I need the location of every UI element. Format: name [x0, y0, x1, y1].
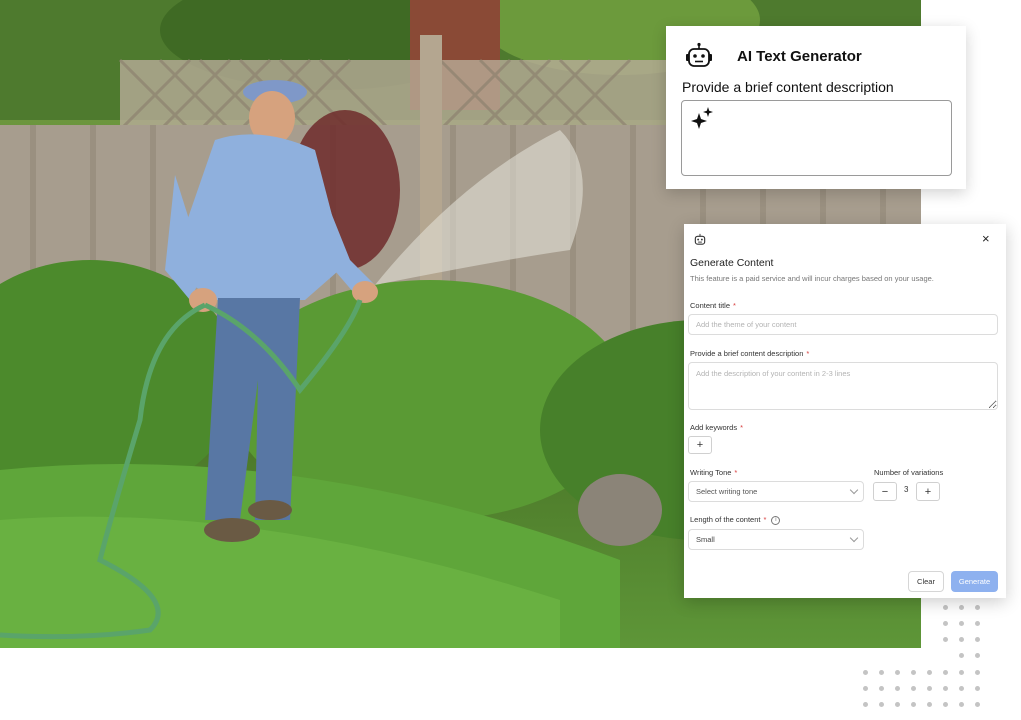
add-keyword-button[interactable]: + [688, 436, 712, 454]
length-value: Small [696, 535, 715, 544]
required-marker: * [734, 468, 738, 477]
variations-label: Number of variations [874, 468, 944, 477]
writing-tone-value: Select writing tone [696, 487, 758, 496]
content-title-label: Content title * [690, 301, 736, 310]
required-marker: * [806, 349, 810, 358]
length-label: Length of the content * i [690, 515, 781, 525]
content-title-input[interactable] [688, 314, 998, 335]
clear-button[interactable]: Clear [908, 571, 944, 592]
required-marker: * [763, 515, 767, 524]
generator-title: AI Text Generator [737, 48, 862, 65]
keywords-label: Add keywords * [690, 423, 743, 432]
writing-tone-label: Writing Tone * [690, 468, 737, 477]
content-title-label-text: Content title [690, 301, 731, 310]
modal-title: Generate Content [690, 257, 774, 269]
chevron-down-icon [849, 533, 859, 543]
sparkle-icon [691, 107, 713, 129]
keywords-label-text: Add keywords [690, 423, 738, 432]
length-label-text: Length of the content [690, 515, 761, 524]
content-description-label-text: Provide a brief content description [690, 349, 804, 358]
variations-count: 3 [904, 485, 909, 494]
required-marker: * [733, 301, 736, 310]
content-description-label: Provide a brief content description * [690, 349, 809, 358]
length-select[interactable]: Small [688, 529, 864, 550]
robot-icon [686, 42, 712, 67]
description-textarea[interactable] [681, 100, 952, 176]
close-button[interactable]: × [982, 232, 990, 246]
modal-subtitle: This feature is a paid service and will … [690, 274, 934, 283]
writing-tone-label-text: Writing Tone [690, 468, 732, 477]
content-description-textarea[interactable] [688, 362, 998, 410]
writing-tone-select[interactable]: Select writing tone [688, 481, 864, 502]
description-label: Provide a brief content description [682, 79, 894, 95]
decrement-variations-button[interactable]: − [873, 482, 897, 501]
robot-icon [694, 233, 706, 245]
chevron-down-icon [849, 485, 859, 495]
generate-content-modal: × Generate Content This feature is a pai… [684, 224, 1006, 598]
ai-text-generator-card: AI Text Generator Provide a brief conten… [666, 26, 966, 189]
generate-button[interactable]: Generate [951, 571, 998, 592]
required-marker: * [740, 423, 744, 432]
info-icon[interactable]: i [771, 515, 781, 525]
dot-grid [855, 600, 995, 715]
increment-variations-button[interactable]: + [916, 482, 940, 501]
